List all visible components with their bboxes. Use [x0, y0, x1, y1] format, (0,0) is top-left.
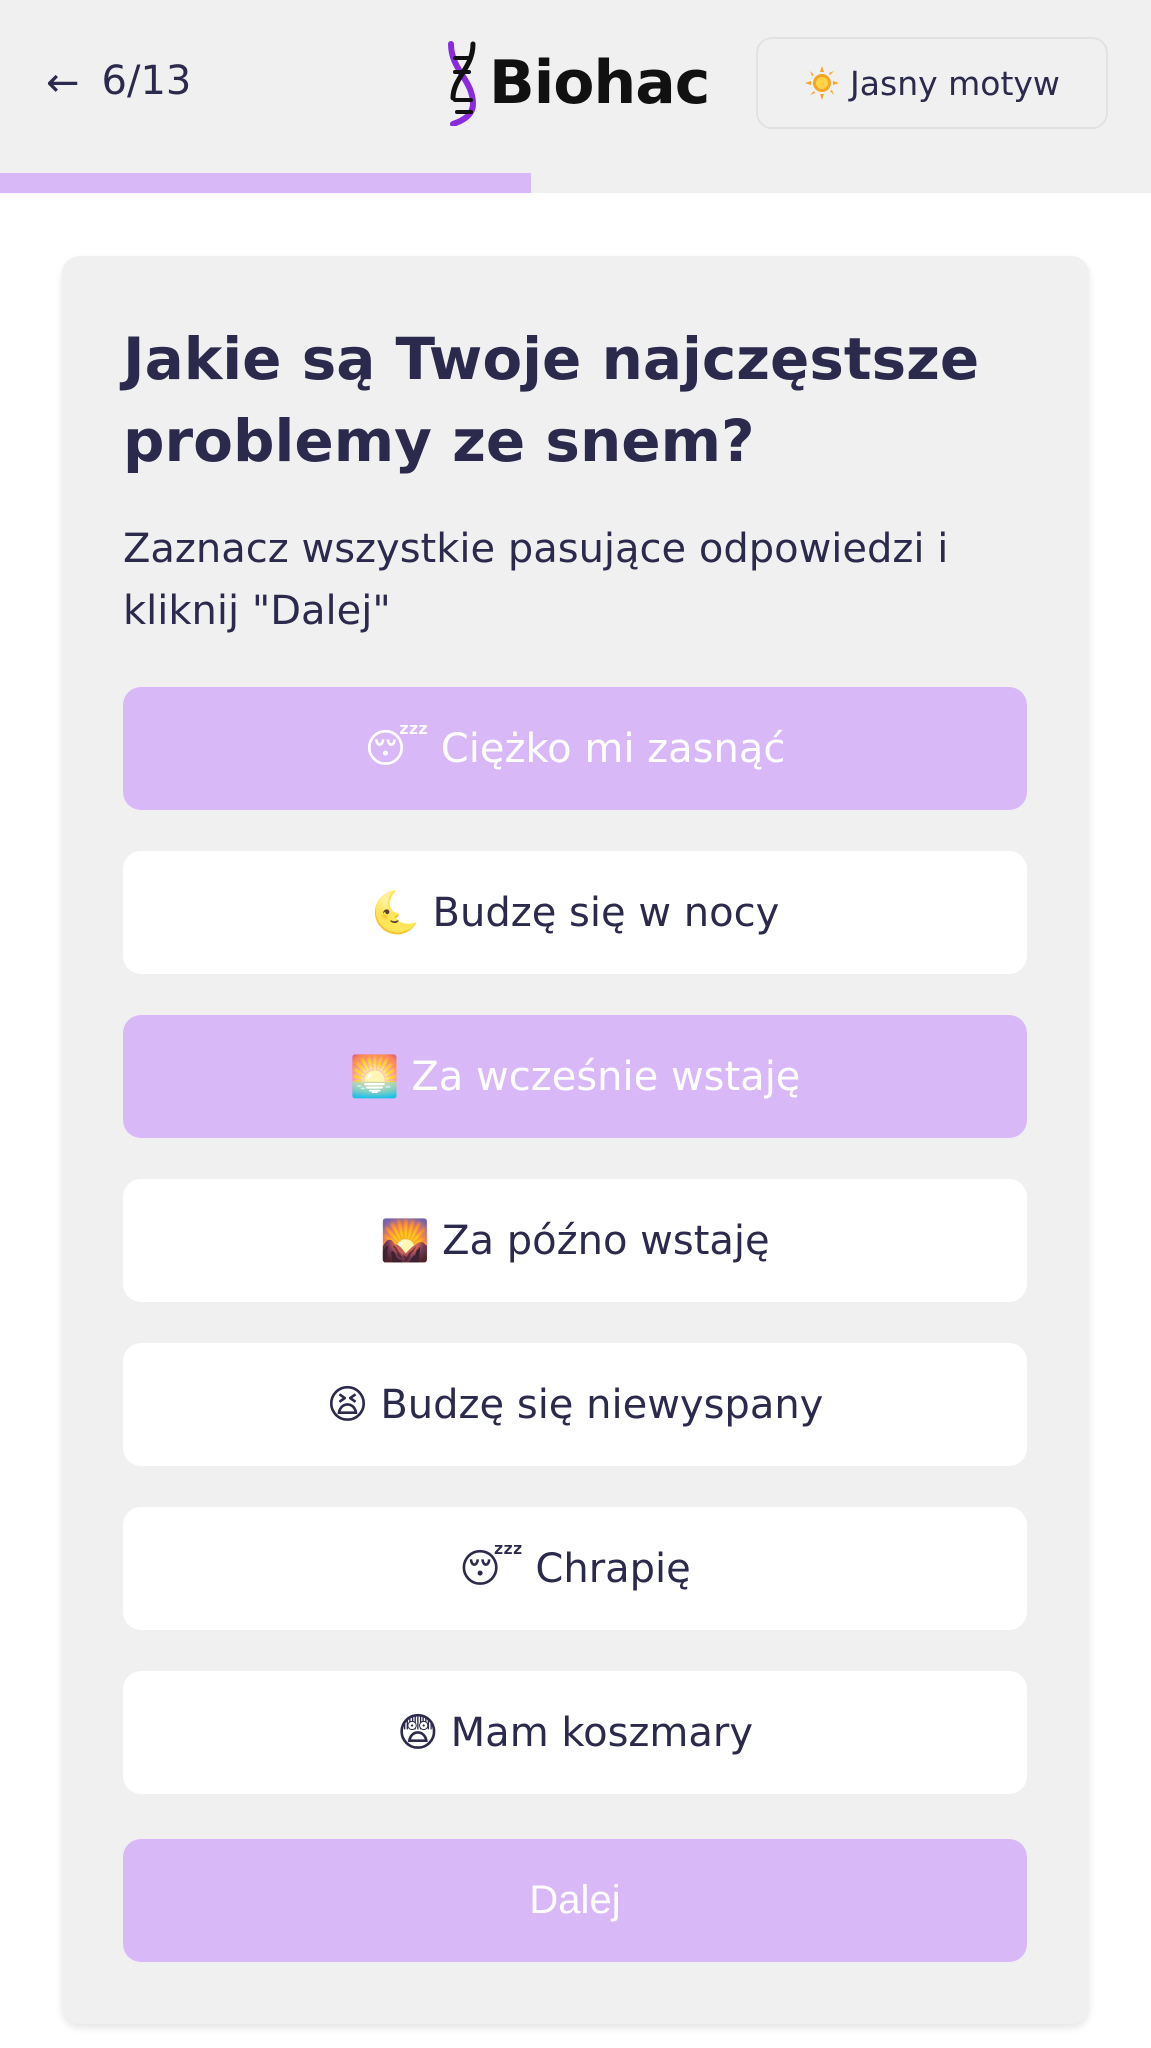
option-mam-koszmary[interactable]: 😨 Mam koszmary	[123, 1671, 1027, 1794]
step-counter: 6/13	[101, 58, 192, 104]
option-ciezko-mi-zasnac[interactable]: 😴 Ciężko mi zasnąć	[123, 687, 1027, 810]
option-label: Za wcześnie wstaję	[411, 1053, 801, 1100]
header: ← 6/13 Biohac Jasny motyw	[0, 0, 1151, 193]
sunrise-icon: 🌅	[349, 1053, 400, 1100]
option-label: Mam koszmary	[450, 1709, 754, 1756]
sleeping-face-icon: 😴	[364, 725, 429, 772]
theme-toggle-button[interactable]: Jasny motyw	[756, 37, 1108, 129]
sun-icon	[805, 66, 840, 100]
question-subtitle: Zaznacz wszystkie pasujące odpowiedzi i …	[123, 526, 949, 634]
fearful-face-icon: 😨	[396, 1709, 439, 1756]
question-card: Jakie są Twoje najczęstsze problemy ze s…	[62, 256, 1089, 2024]
option-label: Budzę się niewyspany	[380, 1381, 824, 1428]
option-budze-sie-w-nocy[interactable]: 🌜 Budzę się w nocy	[123, 851, 1027, 974]
progress-bar	[0, 173, 1151, 193]
option-za-wczesnie-wstaje[interactable]: 🌅 Za wcześnie wstaję	[123, 1015, 1027, 1138]
sunrise-over-mountains-icon: 🌄	[380, 1217, 431, 1264]
logo: Biohac	[445, 40, 710, 126]
back-button[interactable]: ← 6/13	[46, 58, 191, 104]
next-button[interactable]: Dalej	[123, 1839, 1027, 1962]
tired-face-icon: 😫	[326, 1381, 369, 1428]
option-label: Za późno wstaję	[442, 1217, 770, 1264]
dna-icon	[448, 41, 477, 126]
back-arrow-icon[interactable]: ←	[46, 63, 80, 103]
option-za-pozno-wstaje[interactable]: 🌄 Za późno wstaję	[123, 1179, 1027, 1302]
option-label: Ciężko mi zasnąć	[440, 725, 786, 772]
option-budze-sie-niewyspany[interactable]: 😫 Budzę się niewyspany	[123, 1343, 1027, 1466]
option-chrapie[interactable]: 😴 Chrapię	[123, 1507, 1027, 1630]
option-label: Chrapię	[535, 1545, 691, 1592]
option-label: Budzę się w nocy	[432, 889, 780, 936]
moon-icon: 🌜	[370, 889, 421, 936]
options-list: 😴 Ciężko mi zasnąć 🌜 Budzę się w nocy 🌅 …	[123, 687, 1027, 1835]
progress-fill	[0, 173, 532, 193]
theme-button-label: Jasny motyw	[850, 63, 1060, 103]
logo-text: Biohac	[489, 48, 710, 118]
question-title: Jakie są Twoje najczęstsze problemy ze s…	[123, 325, 980, 475]
sleeping-face-icon: 😴	[459, 1545, 524, 1592]
